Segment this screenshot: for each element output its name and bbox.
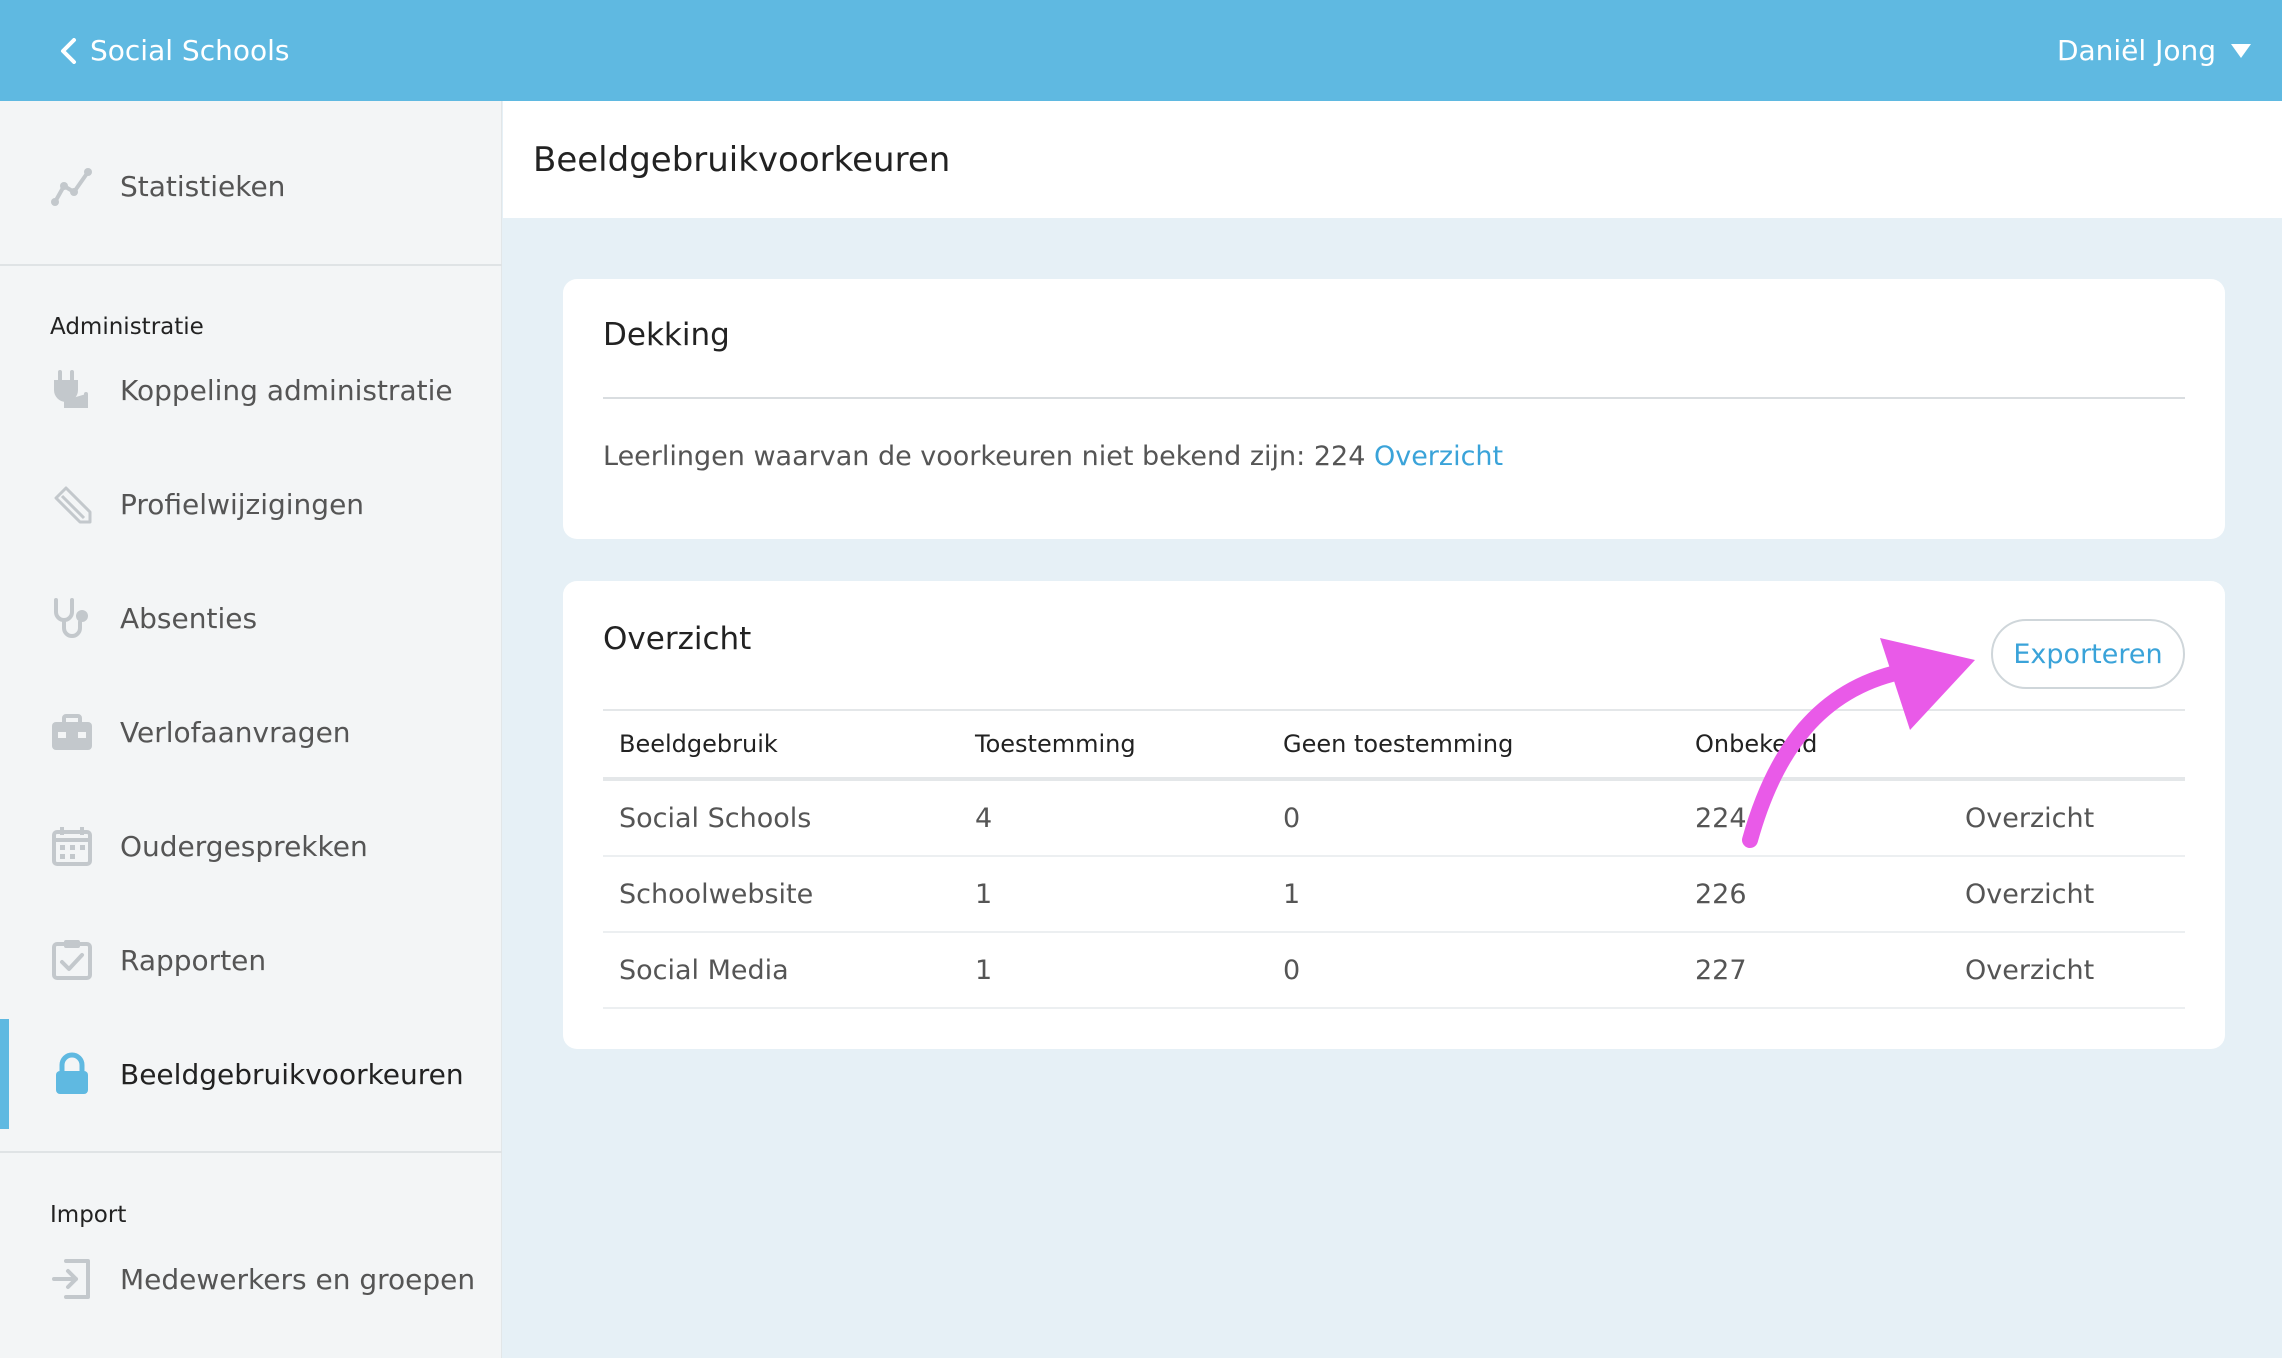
top-bar: Social Schools Daniël Jong [0,0,2282,101]
sidebar-item-label: Oudergesprekken [120,829,368,863]
sidebar-item-label: Medewerkers en groepen [120,1262,476,1296]
page-header: Beeldgebruikvoorkeuren [503,101,2282,218]
back-button[interactable]: Social Schools [58,0,289,101]
cell-beeldgebruik: Social Media [619,954,789,986]
user-menu[interactable]: Daniël Jong [2057,0,2252,101]
sidebar-item-label: Statistieken [120,169,286,203]
coverage-card: Dekking Leerlingen waarvan de voorkeuren… [563,279,2225,539]
sidebar-item-label: Absenties [120,601,258,635]
import-icon [50,1257,94,1301]
sidebar-item-profielwijzigingen[interactable]: Profielwijzigingen [0,449,502,559]
overview-card: Overzicht Exporteren Beeldgebruik Toeste… [563,581,2225,1049]
sidebar-item-beeldgebruikvoorkeuren[interactable]: Beeldgebruikvoorkeuren [0,1019,502,1129]
lock-icon [50,1052,94,1096]
cell-beeldgebruik: Social Schools [619,802,812,834]
overview-table: Beeldgebruik Toestemming Geen toestemmin… [603,709,2185,1009]
row-overview-link[interactable]: Overzicht [1965,781,2094,855]
cell-geen-toestemming: 1 [1283,878,1301,910]
coverage-text: Leerlingen waarvan de voorkeuren niet be… [603,441,1366,472]
caret-down-icon [2231,43,2251,58]
column-header: Onbekend [1695,730,1818,758]
sidebar-item-statistieken[interactable]: Statistieken [0,131,502,241]
pencil-icon [50,482,94,526]
coverage-title: Dekking [603,317,730,353]
sidebar-item-label: Koppeling administratie [120,373,453,407]
page-title: Beeldgebruikvoorkeuren [533,139,951,180]
cell-geen-toestemming: 0 [1283,954,1301,986]
sidebar-item-koppeling[interactable]: Koppeling administratie [0,335,502,445]
card-divider [603,397,2185,399]
cell-onbekend: 224 [1695,802,1747,834]
row-overview-link[interactable]: Overzicht [1965,933,2094,1007]
export-button[interactable]: Exporteren [1991,619,2185,689]
plug-icon [50,368,94,412]
coverage-line: Leerlingen waarvan de voorkeuren niet be… [603,441,1503,472]
cell-toestemming: 1 [975,954,993,986]
back-label: Social Schools [90,34,290,67]
chevron-left-icon [61,37,76,64]
sidebar-item-label: Verlofaanvragen [120,715,351,749]
column-header: Geen toestemming [1283,730,1514,758]
sidebar-item-absenties[interactable]: Absenties [0,563,502,673]
cell-toestemming: 1 [975,878,993,910]
sidebar-item-label: Rapporten [120,943,267,977]
table-row: Schoolwebsite 1 1 226 Overzicht [603,857,2185,933]
sidebar-item-oudergesprekken[interactable]: Oudergesprekken [0,791,502,901]
overview-title: Overzicht [603,621,752,657]
sidebar-divider [0,1151,502,1153]
user-name: Daniël Jong [2056,34,2216,67]
sidebar-item-label: Profielwijzigingen [120,487,365,521]
cell-onbekend: 227 [1695,954,1747,986]
cell-geen-toestemming: 0 [1283,802,1301,834]
table-header-row: Beeldgebruik Toestemming Geen toestemmin… [603,709,2185,781]
sidebar-item-rapporten[interactable]: Rapporten [0,905,502,1015]
sidebar-item-verlofaanvragen[interactable]: Verlofaanvragen [0,677,502,787]
coverage-overview-link[interactable]: Overzicht [1374,441,1503,472]
chart-line-icon [50,164,94,208]
table-row: Social Schools 4 0 224 Overzicht [603,781,2185,857]
row-overview-link[interactable]: Overzicht [1965,857,2094,931]
sidebar-item-medewerkers[interactable]: Medewerkers en groepen [0,1224,502,1334]
calendar-icon [50,824,94,868]
sidebar-divider [0,264,502,266]
column-header: Toestemming [975,730,1136,758]
sidebar-item-label: Beeldgebruikvoorkeuren [120,1057,464,1091]
table-row: Social Media 1 0 227 Overzicht [603,933,2185,1009]
column-header: Beeldgebruik [619,730,778,758]
cell-onbekend: 226 [1695,878,1747,910]
sidebar: Statistieken Administratie Koppeling adm… [0,101,502,1358]
clipboard-check-icon [50,938,94,982]
cell-toestemming: 4 [975,802,993,834]
cell-beeldgebruik: Schoolwebsite [619,878,814,910]
suitcase-icon [50,710,94,754]
stethoscope-icon [50,596,94,640]
